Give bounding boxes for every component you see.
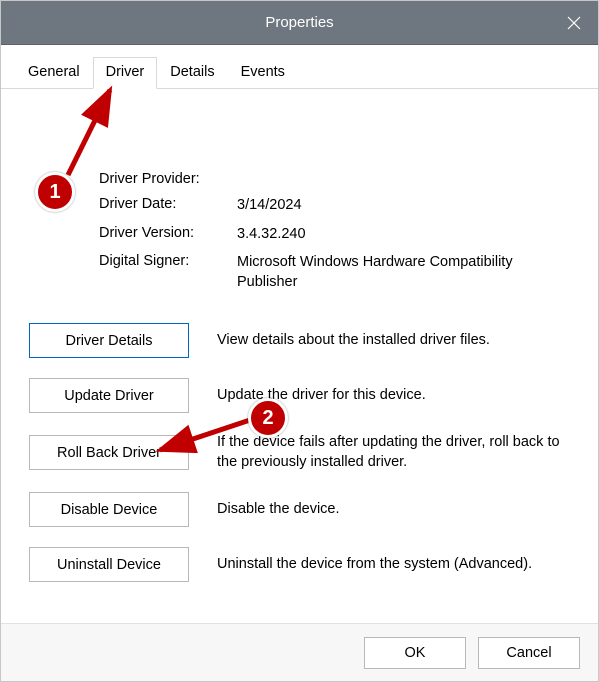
tab-details[interactable]: Details — [157, 57, 227, 89]
driver-actions: Driver Details View details about the in… — [29, 323, 578, 582]
update-driver-desc: Update the driver for this device. — [217, 386, 578, 406]
info-row-signer: Digital Signer: Microsoft Windows Hardwa… — [99, 253, 578, 292]
info-label-provider: Driver Provider: — [99, 171, 237, 187]
titlebar: Properties — [1, 1, 598, 45]
cancel-button[interactable]: Cancel — [478, 637, 580, 669]
tab-driver[interactable]: Driver — [93, 57, 158, 89]
rollback-driver-desc: If the device fails after updating the d… — [217, 433, 578, 472]
update-driver-button[interactable]: Update Driver — [29, 378, 189, 413]
tab-content: Driver Provider: Driver Date: 3/14/2024 … — [1, 89, 598, 623]
driver-details-button[interactable]: Driver Details — [29, 323, 189, 358]
info-row-date: Driver Date: 3/14/2024 — [99, 196, 578, 216]
disable-device-desc: Disable the device. — [217, 500, 578, 520]
tab-general[interactable]: General — [15, 57, 93, 89]
close-button[interactable] — [550, 1, 598, 45]
tab-events[interactable]: Events — [228, 57, 298, 89]
action-row-disable: Disable Device Disable the device. — [29, 492, 578, 527]
info-label-signer: Digital Signer: — [99, 253, 237, 269]
info-row-provider: Driver Provider: — [99, 171, 578, 187]
info-label-date: Driver Date: — [99, 196, 237, 212]
tab-bar: General Driver Details Events — [1, 45, 598, 89]
action-row-details: Driver Details View details about the in… — [29, 323, 578, 358]
close-icon — [567, 16, 581, 30]
info-value-signer: Microsoft Windows Hardware Compatibility… — [237, 253, 578, 292]
action-row-uninstall: Uninstall Device Uninstall the device fr… — [29, 547, 578, 582]
action-row-update: Update Driver Update the driver for this… — [29, 378, 578, 413]
info-label-version: Driver Version: — [99, 225, 237, 241]
window-title: Properties — [265, 14, 333, 31]
disable-device-button[interactable]: Disable Device — [29, 492, 189, 527]
uninstall-device-desc: Uninstall the device from the system (Ad… — [217, 555, 578, 575]
action-row-rollback: Roll Back Driver If the device fails aft… — [29, 433, 578, 472]
ok-button[interactable]: OK — [364, 637, 466, 669]
info-value-version: 3.4.32.240 — [237, 225, 578, 245]
info-row-version: Driver Version: 3.4.32.240 — [99, 225, 578, 245]
info-value-date: 3/14/2024 — [237, 196, 578, 216]
dialog-footer: OK Cancel — [1, 623, 598, 681]
properties-window: Properties General Driver Details Events… — [0, 0, 599, 682]
rollback-driver-button[interactable]: Roll Back Driver — [29, 435, 189, 470]
uninstall-device-button[interactable]: Uninstall Device — [29, 547, 189, 582]
driver-info: Driver Provider: Driver Date: 3/14/2024 … — [99, 171, 578, 301]
driver-details-desc: View details about the installed driver … — [217, 331, 578, 351]
